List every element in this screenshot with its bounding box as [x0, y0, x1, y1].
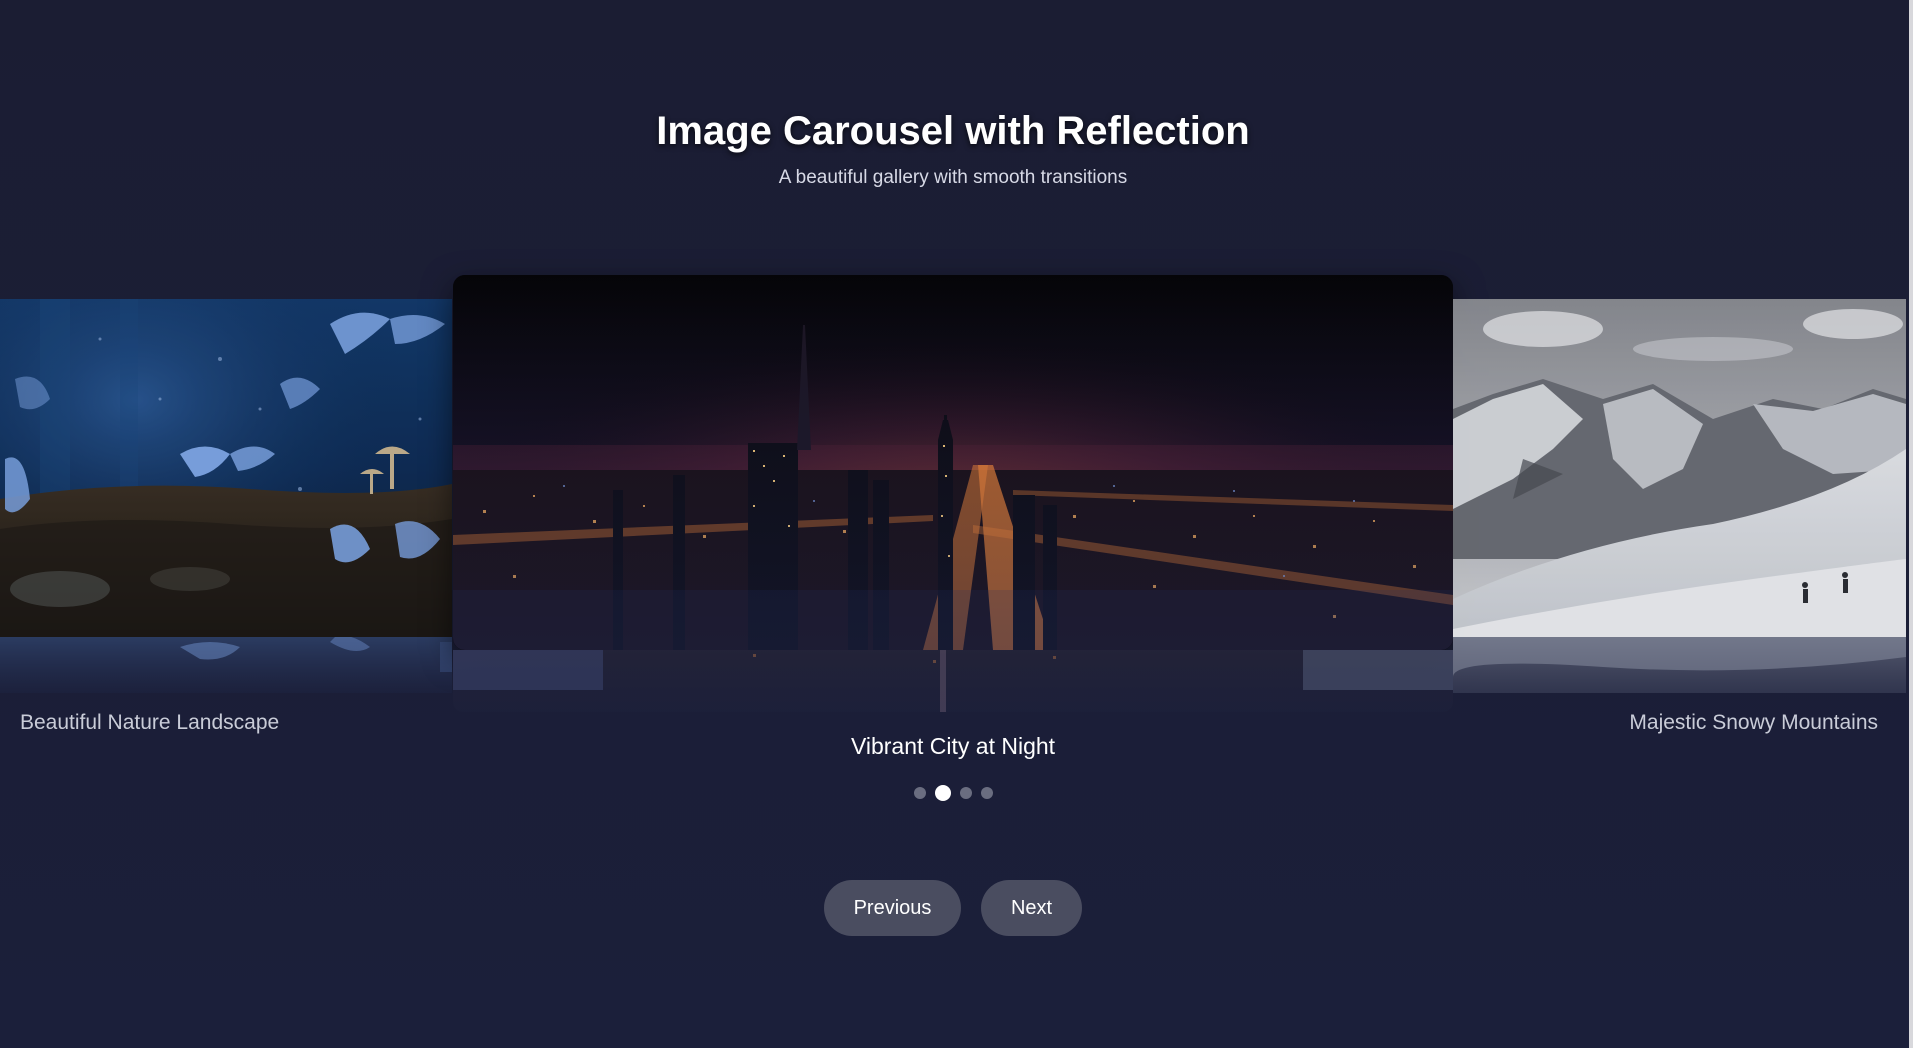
carousel-indicators [0, 785, 1906, 801]
slide-caption-nature: Beautiful Nature Landscape [20, 711, 280, 734]
slide-reflection-city [453, 650, 1453, 712]
indicator-dot[interactable] [980, 787, 993, 799]
indicator-dot-active[interactable] [934, 785, 951, 801]
slide-image-nature[interactable] [0, 299, 452, 637]
slide-caption-city: Vibrant City at Night [850, 733, 1056, 759]
slide-reflection-nature [0, 637, 452, 693]
slide-image-city[interactable] [453, 275, 1453, 650]
carousel: Beautiful Nature Landscape Vibrant City … [0, 0, 1906, 1048]
previous-button[interactable]: Previous [824, 880, 961, 936]
indicator-dot[interactable] [913, 787, 926, 799]
carousel-controls: Previous Next [0, 880, 1906, 936]
next-button[interactable]: Next [981, 880, 1082, 936]
slide-reflection-mountains [1453, 637, 1906, 693]
slide-image-mountains[interactable] [1453, 299, 1906, 637]
indicator-dot[interactable] [959, 787, 972, 799]
scrollbar[interactable] [1909, 0, 1913, 1048]
slide-caption-mountains: Majestic Snowy Mountains [1629, 711, 1878, 734]
